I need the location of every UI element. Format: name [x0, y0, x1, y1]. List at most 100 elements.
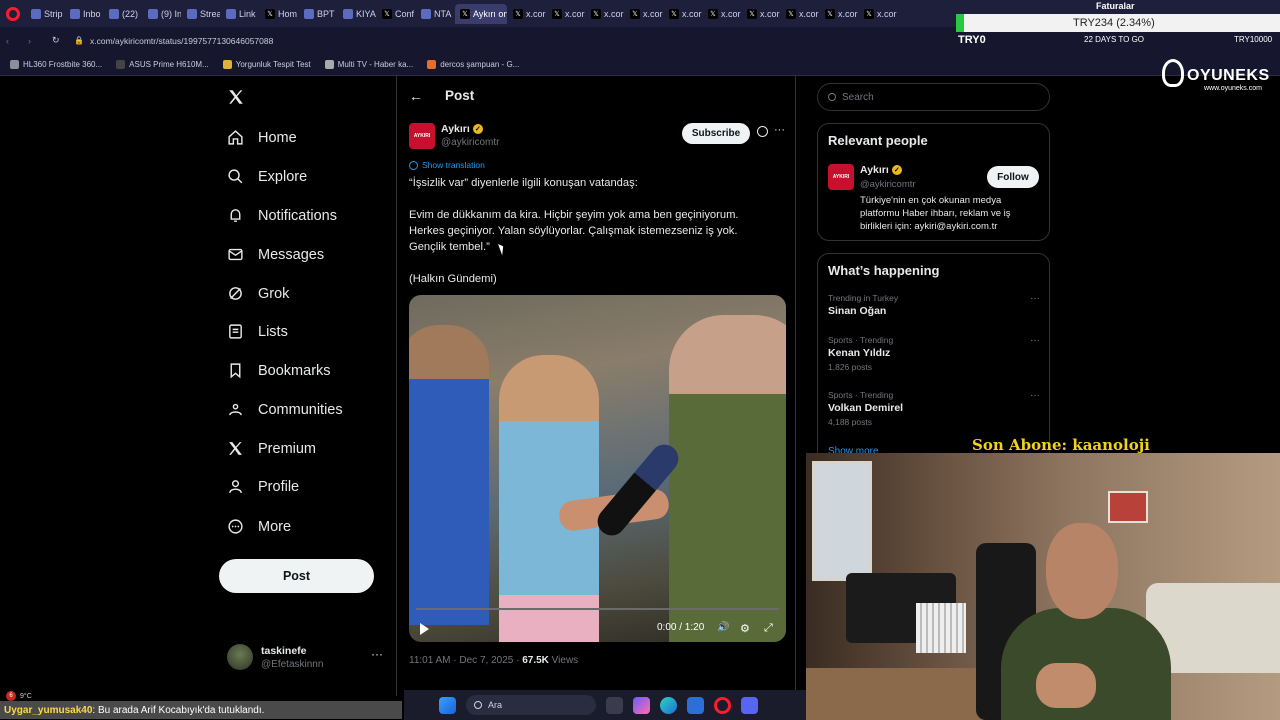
browser-tab[interactable]: (9) In	[143, 4, 181, 24]
nav-item-bookmarks[interactable]: Bookmarks	[227, 362, 331, 379]
url-text[interactable]: x.com/aykiricomtr/status/199757713064605…	[90, 36, 273, 46]
trend-more-icon[interactable]: ···	[1030, 335, 1040, 346]
search-input[interactable]: Search	[817, 83, 1050, 111]
trend-item[interactable]: Trending in Turkey Sinan Oğan ···	[828, 293, 1040, 317]
opera-icon[interactable]	[714, 696, 731, 714]
browser-tab[interactable]: 𝕏x.cor	[586, 4, 624, 24]
account-avatar	[227, 644, 253, 670]
forward-icon[interactable]: ›	[28, 36, 42, 46]
edge-icon[interactable]	[660, 696, 677, 714]
browser-tab[interactable]: Strea	[182, 4, 220, 24]
tab-favicon-icon	[187, 8, 197, 19]
tab-favicon-icon: 𝕏	[460, 8, 470, 19]
taskbar-search-icon	[474, 701, 482, 709]
browser-tab[interactable]: 𝕏x.cor	[742, 4, 780, 24]
windows-start-icon[interactable]	[439, 696, 456, 714]
post-button[interactable]: Post	[219, 559, 374, 593]
nav-label: Premium	[258, 440, 317, 457]
browser-tab[interactable]: 𝕏x.cor	[703, 4, 741, 24]
tab-label: x.cor	[838, 8, 858, 19]
account-switcher[interactable]: taskinefe @Efetaskinnn ···	[225, 642, 385, 674]
task-view-icon[interactable]	[606, 696, 623, 714]
views-count: 67.5K	[522, 655, 549, 666]
nav-item-grok[interactable]: Grok	[227, 285, 289, 302]
taskbar-search[interactable]: Ara	[466, 695, 596, 715]
nav-item-profile[interactable]: Profile	[227, 478, 299, 495]
tab-favicon-icon	[343, 8, 353, 19]
play-icon[interactable]	[420, 623, 429, 635]
nav-item-more[interactable]: More	[227, 518, 291, 535]
browser-tab[interactable]: 𝕏x.cor	[547, 4, 585, 24]
browser-tab[interactable]: 𝕏x.cor	[664, 4, 702, 24]
browser-tab[interactable]: Inbo	[65, 4, 103, 24]
browser-tab[interactable]: 𝕏 Aykırı on	[455, 3, 507, 24]
nav-item-notifications[interactable]: Notifications	[227, 207, 337, 224]
browser-tab[interactable]: 𝕏x.cor	[859, 4, 897, 24]
browser-tab[interactable]: (22)	[104, 4, 142, 24]
store-icon[interactable]	[687, 696, 704, 714]
weather-widget[interactable]: 6 9°C	[6, 691, 32, 701]
grok-icon[interactable]	[757, 126, 768, 137]
follow-button[interactable]: Follow	[987, 166, 1039, 188]
browser-tab[interactable]: 𝕏 Conf	[377, 4, 415, 24]
bookmarks-bar: HL360 Frostbite 360... ASUS Prime H610M..…	[0, 54, 1280, 76]
nav-item-messages[interactable]: Messages	[227, 246, 324, 263]
opera-logo-icon[interactable]	[6, 6, 20, 21]
bookmark-item[interactable]: Yorgunluk Tespit Test	[222, 60, 311, 69]
trend-item[interactable]: Sports · Trending Volkan Demirel 4,188 pos…	[828, 390, 1040, 427]
back-icon[interactable]: ‹	[6, 36, 20, 46]
bookmark-item[interactable]: ASUS Prime H610M...	[116, 60, 209, 69]
tab-label: x.cor	[721, 8, 741, 19]
author-avatar[interactable]: AYKIRI	[409, 123, 435, 149]
bookmark-item[interactable]: Multi TV - Haber ka...	[324, 60, 413, 69]
nav-label: Communities	[258, 401, 343, 418]
relevant-people-card: Relevant people AYKIRI Aykırı ✓ @aykiric…	[817, 123, 1050, 241]
post-more-icon[interactable]: ···	[774, 124, 785, 136]
browser-tab[interactable]: BPT	[299, 4, 337, 24]
nav-item-explore[interactable]: Explore	[227, 168, 307, 185]
bookmark-item[interactable]: HL360 Frostbite 360...	[10, 60, 102, 69]
bookmark-favicon-icon	[10, 60, 19, 69]
nav-item-lists[interactable]: Lists	[227, 323, 288, 340]
grok-icon	[227, 285, 244, 302]
trend-more-icon[interactable]: ···	[1030, 293, 1040, 304]
trend-item[interactable]: Sports · Trending Kenan Yıldız 1,826 posts…	[828, 335, 1040, 372]
relevant-handle[interactable]: @aykiricomtr	[860, 179, 916, 190]
relevant-avatar[interactable]: AYKIRI	[828, 164, 854, 190]
reload-icon[interactable]: ↻	[52, 35, 66, 46]
copilot-icon[interactable]	[633, 696, 650, 714]
nav-item-home[interactable]: Home	[227, 129, 297, 146]
x-logo-icon[interactable]	[227, 88, 245, 106]
bookmark-favicon-icon	[427, 60, 437, 69]
browser-tab[interactable]: KIYA	[338, 4, 376, 24]
nav-item-communities[interactable]: Communities	[227, 401, 343, 418]
show-translation[interactable]: Show translation	[409, 160, 485, 170]
browser-tab[interactable]: 𝕏x.cor	[820, 4, 858, 24]
browser-tab[interactable]: Link	[221, 4, 259, 24]
subscribe-button[interactable]: Subscribe	[682, 123, 750, 144]
author-handle[interactable]: @aykiricomtr	[441, 137, 500, 148]
video-player[interactable]: 0:00 / 1:20 🔊 ⚙ ⤢	[409, 295, 786, 642]
browser-tab[interactable]: 𝕏x.cor	[625, 4, 663, 24]
browser-tab[interactable]: Strip	[26, 4, 64, 24]
volume-icon[interactable]: 🔊	[717, 622, 729, 633]
nav-label: Explore	[258, 168, 308, 185]
back-arrow-icon[interactable]: ←	[409, 88, 423, 104]
bookmark-item[interactable]: dercos şampuan - G...	[427, 60, 519, 69]
more-dots-icon[interactable]: ···	[371, 647, 383, 661]
browser-tab[interactable]: 𝕏x.cor	[781, 4, 819, 24]
browser-tab[interactable]: NTA	[416, 4, 454, 24]
relevant-name[interactable]: Aykırı ✓	[860, 164, 902, 176]
video-progress-track[interactable]	[416, 608, 779, 610]
fullscreen-icon[interactable]: ⤢	[764, 622, 773, 635]
browser-tab[interactable]: 𝕏x.cor	[508, 4, 546, 24]
goal-title: Faturalar	[1096, 1, 1135, 11]
browser-tab[interactable]: 𝕏 Hom	[260, 4, 298, 24]
author-name[interactable]: Aykırı ✓	[441, 123, 483, 135]
tab-favicon-icon: 𝕏	[825, 8, 835, 19]
settings-gear-icon[interactable]: ⚙	[740, 622, 750, 635]
nav-item-premium[interactable]: Premium	[227, 440, 316, 457]
discord-icon[interactable]	[741, 696, 758, 714]
trend-more-icon[interactable]: ···	[1030, 390, 1040, 401]
show-translation-label: Show translation	[422, 160, 485, 170]
